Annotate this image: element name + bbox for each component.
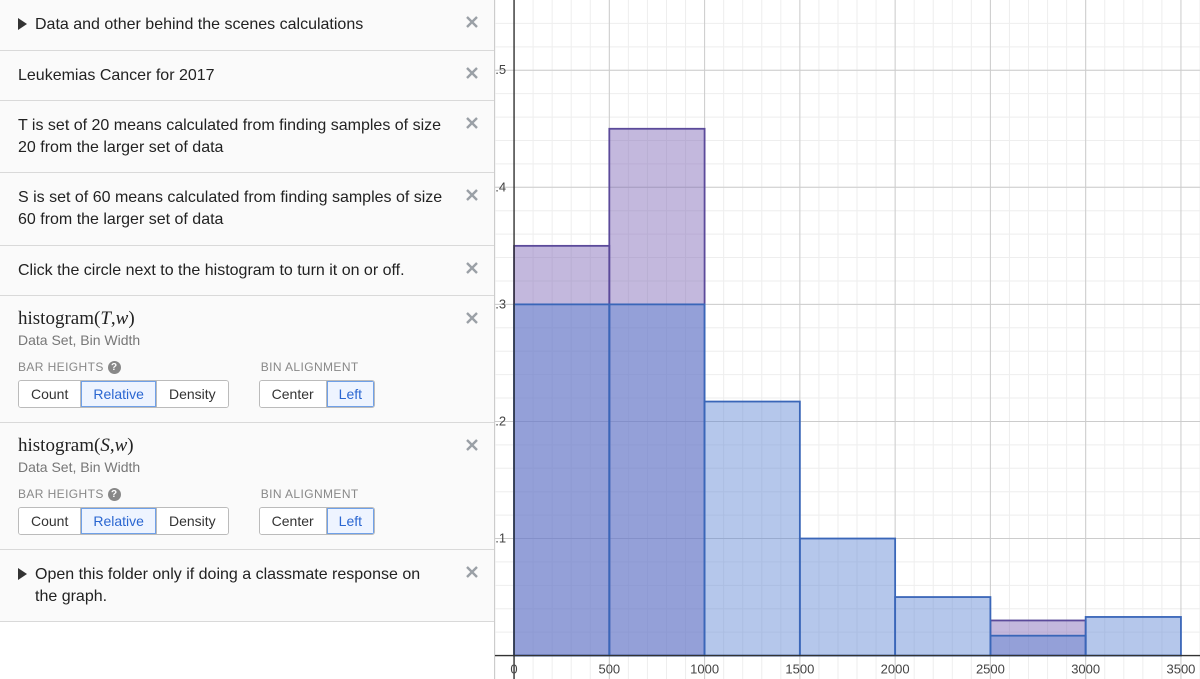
svg-text:0.4: 0.4 [495,179,506,194]
folder-caret-icon[interactable] [18,18,27,30]
hist-sub: Data Set, Bin Width [18,332,446,348]
binalign-left[interactable]: Left [327,508,374,534]
barheights-relative[interactable]: Relative [81,381,157,407]
barheights-density[interactable]: Density [157,381,228,407]
barheights-density[interactable]: Density [157,508,228,534]
binalign-label: BIN ALIGNMENT [261,360,359,374]
help-icon[interactable]: ? [108,488,121,501]
close-icon[interactable] [460,61,484,85]
note-text: S is set of 60 means calculated from fin… [18,189,442,228]
binalign-segmented: Center Left [259,380,375,408]
note-text: T is set of 20 means calculated from fin… [18,117,441,156]
barheights-segmented: Count Relative Density [18,380,229,408]
svg-text:500: 500 [598,662,620,677]
close-icon[interactable] [460,183,484,207]
binalign-label: BIN ALIGNMENT [261,487,359,501]
graph-svg[interactable]: 0 500 1000 1500 2000 2500 3000 3500 0.1 0.2 0.3 0.4… [495,0,1200,679]
binalign-center[interactable]: Center [260,508,327,534]
close-icon[interactable] [460,10,484,34]
folder-caret-icon[interactable] [18,568,27,580]
row-folder-classmate[interactable]: Open this folder only if doing a classma… [0,550,494,622]
svg-text:0.3: 0.3 [495,296,506,311]
folder-title: Data and other behind the scenes calcula… [35,14,363,36]
svg-text:0.2: 0.2 [495,413,506,428]
close-icon[interactable] [460,111,484,135]
barheights-count[interactable]: Count [19,381,81,407]
help-icon[interactable]: ? [108,361,121,374]
binalign-center[interactable]: Center [260,381,327,407]
row-note-s[interactable]: S is set of 60 means calculated from fin… [0,173,494,245]
svg-text:2000: 2000 [881,662,910,677]
svg-text:2500: 2500 [976,662,1005,677]
row-folder-data[interactable]: Data and other behind the scenes calcula… [0,0,494,51]
close-icon[interactable] [460,306,484,330]
svg-text:3000: 3000 [1071,662,1100,677]
graph-area[interactable]: 0 500 1000 1500 2000 2500 3000 3500 0.1 0.2 0.3 0.4… [495,0,1200,679]
barheights-relative[interactable]: Relative [81,508,157,534]
folder-title: Open this folder only if doing a classma… [35,564,446,607]
expression-list: Data and other behind the scenes calcula… [0,0,495,679]
barheights-label: BAR HEIGHTS ? [18,487,121,501]
binalign-left[interactable]: Left [327,381,374,407]
row-note-click[interactable]: Click the circle next to the histogram t… [0,246,494,297]
svg-text:1000: 1000 [690,662,719,677]
row-note-t[interactable]: T is set of 20 means calculated from fin… [0,101,494,173]
svg-text:0.5: 0.5 [495,62,506,77]
barheights-segmented: Count Relative Density [18,507,229,535]
svg-text:0.1: 0.1 [495,531,506,546]
barheights-label: BAR HEIGHTS ? [18,360,121,374]
hist-sub: Data Set, Bin Width [18,459,446,475]
svg-text:0: 0 [510,662,517,677]
note-text: Leukemias Cancer for 2017 [18,67,215,84]
close-icon[interactable] [460,560,484,584]
note-text: Click the circle next to the histogram t… [18,262,405,279]
barheights-count[interactable]: Count [19,508,81,534]
hist-expr: histogram(S,w) [18,435,446,457]
svg-text:1500: 1500 [785,662,814,677]
binalign-segmented: Center Left [259,507,375,535]
svg-text:3500: 3500 [1166,662,1195,677]
row-histogram-t[interactable]: histogram(T,w) Data Set, Bin Width BAR H… [0,296,494,423]
row-note-leukemias[interactable]: Leukemias Cancer for 2017 [0,51,494,102]
close-icon[interactable] [460,433,484,457]
hist-expr: histogram(T,w) [18,308,446,330]
close-icon[interactable] [460,256,484,280]
row-histogram-s[interactable]: histogram(S,w) Data Set, Bin Width BAR H… [0,423,494,550]
